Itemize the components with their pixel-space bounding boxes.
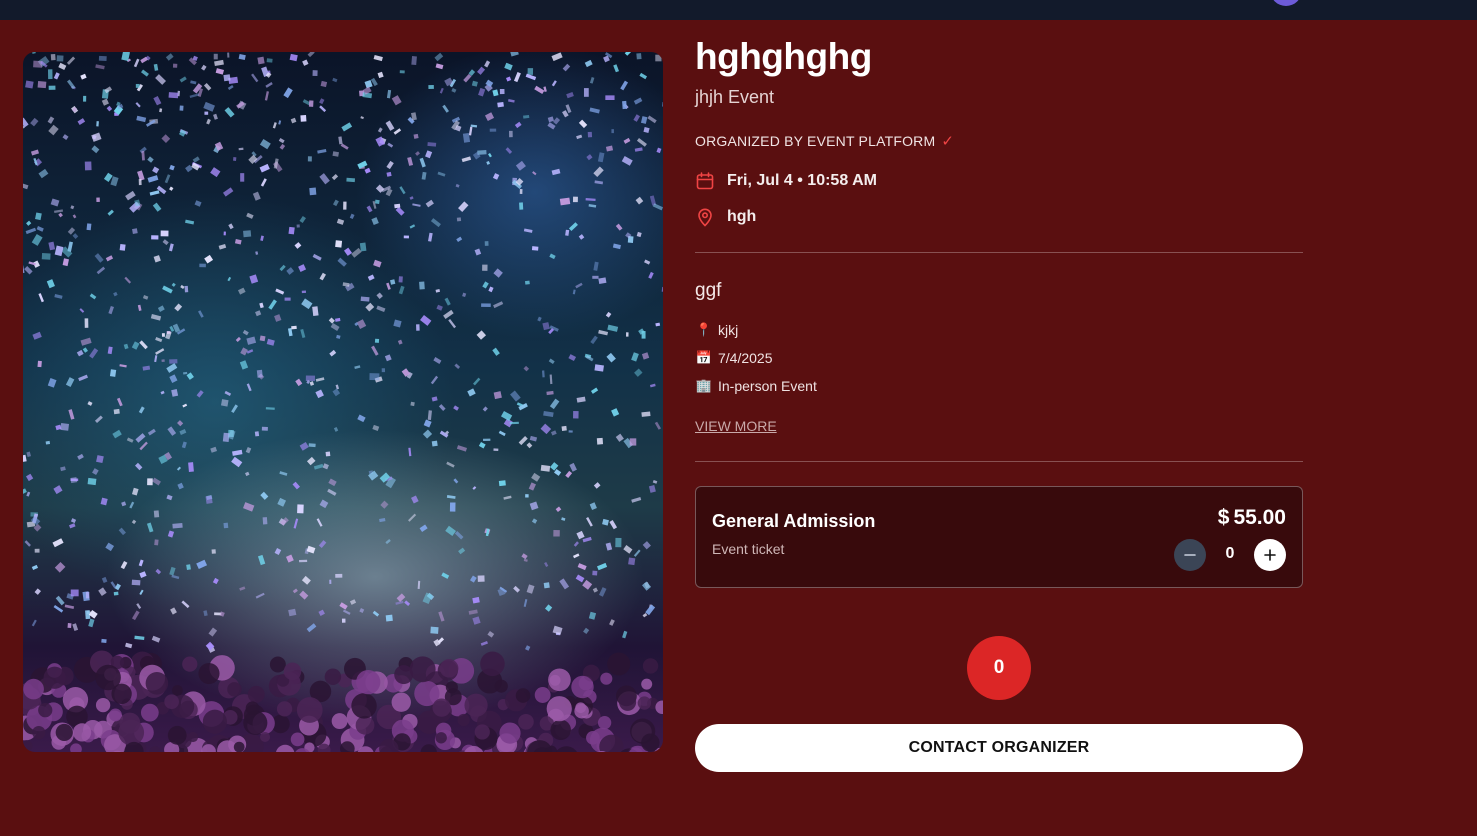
event-datetime-row: Fri, Jul 4 • 10:58 AM [695,170,877,192]
section-divider [695,252,1303,253]
detail-venue-row: 📍 kjkj [695,320,738,340]
event-hero-image [23,52,663,752]
verified-check-icon: ✓ [941,133,955,150]
description-title: ggf [695,280,722,301]
confetti-illustration [23,52,663,752]
organizer-line: ORGANIZED BY EVENT PLATFORM ✓ [695,132,954,150]
increase-quantity-button[interactable] [1254,539,1286,571]
ticket-type: Event ticket [712,541,785,557]
event-location-row: hgh [695,206,756,228]
ticket-card: General Admission Event ticket $55.00 0 [695,486,1303,588]
building-icon: 🏢 [695,378,713,393]
detail-date: 7/4/2025 [718,350,773,366]
ticket-price: $55.00 [1218,506,1286,530]
view-more-link[interactable]: VIEW MORE [695,418,777,434]
ticket-quantity: 0 [1225,545,1235,562]
detail-venue: kjkj [718,322,739,338]
decrease-quantity-button[interactable] [1174,539,1206,571]
round-pushpin-icon: 📍 [695,322,713,337]
ticket-currency: $ [1217,506,1230,529]
detail-format: In-person Event [718,378,817,394]
ticket-price-value: 55.00 [1233,506,1286,529]
minus-icon [1184,554,1196,556]
section-divider [695,461,1303,462]
event-location: hgh [727,208,757,225]
calendar-icon [695,171,715,191]
event-subtitle: jhjh Event [695,87,775,107]
contact-organizer-button[interactable]: CONTACT ORGANIZER [695,724,1303,772]
detail-format-row: 🏢 In-person Event [695,376,817,396]
event-title: hghghghg [695,36,872,77]
map-pin-icon [695,207,715,227]
ticket-name: General Admission [712,511,876,531]
user-avatar[interactable] [1270,0,1302,6]
detail-date-row: 📅 7/4/2025 [695,348,773,368]
plus-icon [1264,549,1276,561]
calendar-icon: 📅 [695,350,713,365]
top-nav-bar [0,0,1477,20]
organizer-label: ORGANIZED BY EVENT PLATFORM [695,133,936,149]
event-datetime: Fri, Jul 4 • 10:58 AM [727,172,877,189]
cart-count-button[interactable]: 0 [967,636,1031,700]
